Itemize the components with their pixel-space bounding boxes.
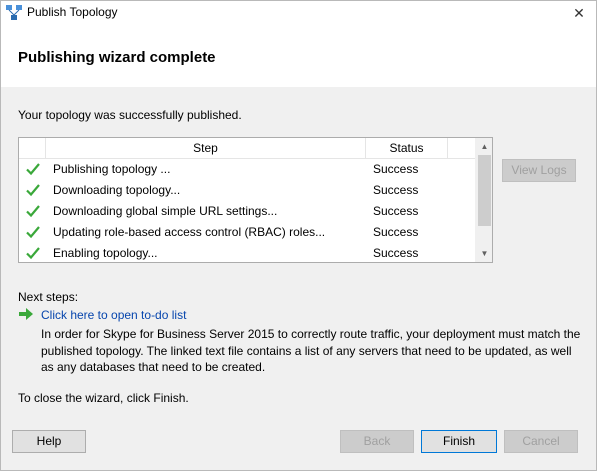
close-window-button[interactable]: ✕ xyxy=(568,2,590,24)
table-row[interactable]: Enabling topology... Success xyxy=(19,243,475,262)
step-name: Updating role-based access control (RBAC… xyxy=(53,225,326,239)
scroll-up-icon[interactable]: ▲ xyxy=(476,138,492,155)
success-check-icon xyxy=(25,182,41,198)
page-title: Publishing wizard complete xyxy=(18,49,216,66)
close-hint-text: To close the wizard, click Finish. xyxy=(18,391,189,405)
wizard-header: Publishing wizard complete xyxy=(1,25,596,87)
back-button[interactable]: Back xyxy=(340,430,414,453)
step-name: Enabling topology... xyxy=(53,246,158,260)
success-check-icon xyxy=(25,203,41,219)
steps-grid[interactable]: Step Status Publishing topology ... Succ… xyxy=(18,137,493,263)
next-steps-description: In order for Skype for Business Server 2… xyxy=(41,327,581,374)
view-logs-button[interactable]: View Logs xyxy=(502,159,576,182)
arrow-right-icon xyxy=(18,307,34,321)
help-button[interactable]: Help xyxy=(12,430,86,453)
publish-topology-window: Publish Topology ✕ Publishing wizard com… xyxy=(0,0,597,471)
next-steps-label: Next steps: xyxy=(18,290,79,304)
wizard-body: Your topology was successfully published… xyxy=(1,87,596,470)
title-bar: Publish Topology ✕ xyxy=(1,1,596,25)
step-status: Success xyxy=(373,225,419,239)
step-status: Success xyxy=(373,162,419,176)
table-row[interactable]: Publishing topology ... Success xyxy=(19,159,475,180)
step-name: Downloading global simple URL settings..… xyxy=(53,204,278,218)
success-check-icon xyxy=(25,224,41,240)
column-header-status[interactable]: Status xyxy=(366,138,448,159)
step-name: Downloading topology... xyxy=(53,183,181,197)
scrollbar-thumb[interactable] xyxy=(478,155,491,226)
topology-app-icon xyxy=(5,4,23,22)
table-row[interactable]: Downloading global simple URL settings..… xyxy=(19,201,475,222)
step-status: Success xyxy=(373,204,419,218)
success-check-icon xyxy=(25,245,41,261)
vertical-scrollbar[interactable]: ▲ ▼ xyxy=(475,138,492,262)
todo-list-link[interactable]: Click here to open to-do list xyxy=(41,308,186,322)
success-check-icon xyxy=(25,161,41,177)
step-status: Success xyxy=(373,246,419,260)
result-message: Your topology was successfully published… xyxy=(18,108,242,122)
step-status: Success xyxy=(373,183,419,197)
row-header-column xyxy=(19,138,46,159)
window-title: Publish Topology xyxy=(27,5,118,19)
table-row[interactable]: Downloading topology... Success xyxy=(19,180,475,201)
scroll-down-icon[interactable]: ▼ xyxy=(476,245,492,262)
grid-header: Step Status xyxy=(19,138,475,159)
table-row[interactable]: Updating role-based access control (RBAC… xyxy=(19,222,475,243)
finish-button[interactable]: Finish xyxy=(421,430,497,453)
cancel-button[interactable]: Cancel xyxy=(504,430,578,453)
step-name: Publishing topology ... xyxy=(53,162,171,176)
column-header-step[interactable]: Step xyxy=(46,138,366,159)
